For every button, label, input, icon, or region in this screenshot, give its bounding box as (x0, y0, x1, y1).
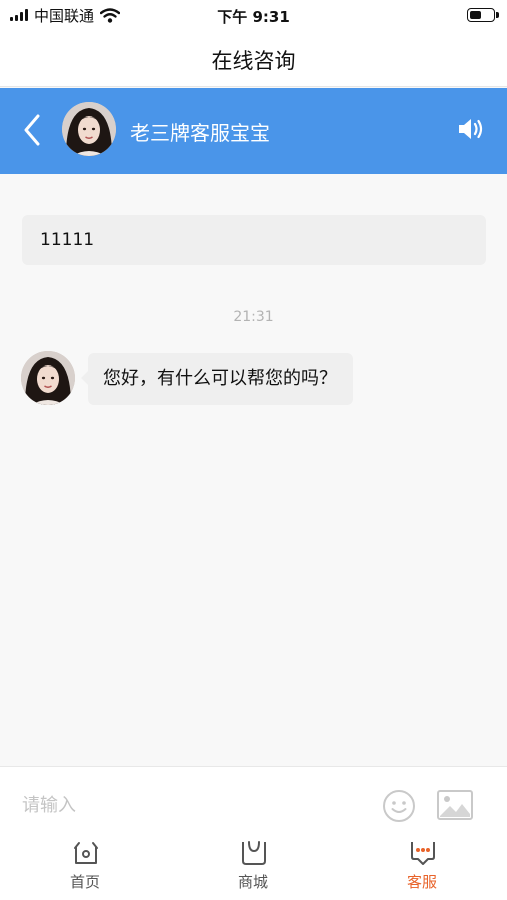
message-input[interactable] (22, 789, 352, 821)
message-timestamp: 21:31 (233, 309, 274, 325)
tab-customer-service[interactable]: 客服 (372, 836, 472, 900)
chat-bubble-icon (411, 842, 435, 865)
tab-label-customer-service: 客服 (406, 873, 437, 891)
tab-label-mall: 商城 (237, 873, 268, 891)
input-bar (0, 766, 507, 836)
user-message-bubble: 11111 (22, 215, 486, 265)
chat-area[interactable]: 11111 21:31 您好，有什么可以帮您的吗？ (0, 174, 507, 766)
agent-avatar-header (62, 102, 116, 156)
image-icon (437, 790, 473, 820)
image-button[interactable] (436, 789, 474, 821)
speaker-icon (459, 119, 483, 139)
status-time: 下午 9:31 (217, 8, 290, 26)
agent-avatar (21, 351, 75, 405)
battery-icon (467, 8, 499, 22)
speaker-button[interactable] (457, 116, 487, 142)
tab-home[interactable]: 首页 (35, 836, 135, 900)
emoji-button[interactable] (382, 789, 416, 823)
smiley-icon (383, 790, 415, 822)
agent-message-bubble: 您好，有什么可以帮您的吗？ (81, 353, 353, 405)
shopping-bag-icon (242, 841, 266, 865)
page-title-bar: 在线咨询 (0, 30, 507, 87)
tab-bar: 首页 商城 客服 (0, 836, 507, 900)
tab-label-home: 首页 (69, 873, 100, 891)
tab-mall[interactable]: 商城 (203, 836, 303, 900)
page-title: 在线咨询 (211, 49, 296, 73)
back-button[interactable] (14, 108, 54, 152)
chat-header: 老三牌客服宝宝 (0, 88, 507, 174)
chevron-left-icon (24, 114, 40, 146)
status-bar: 中国联通 下午 9:31 (0, 0, 507, 30)
home-icon (74, 842, 98, 864)
agent-name: 老三牌客服宝宝 (130, 121, 270, 145)
